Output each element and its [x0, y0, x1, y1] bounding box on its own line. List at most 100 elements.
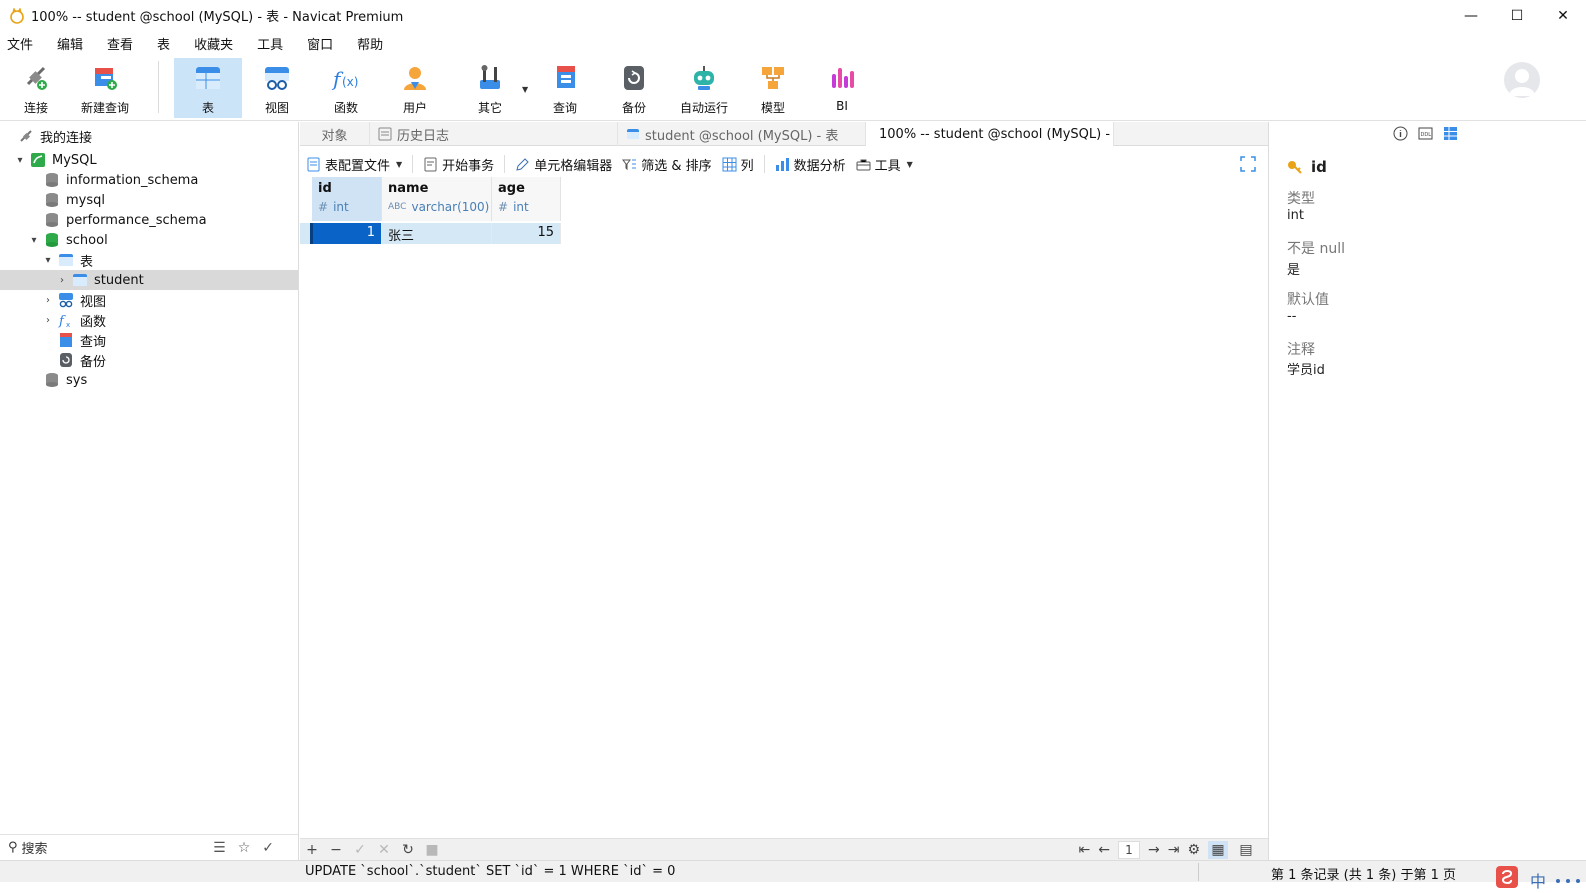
- menu-view[interactable]: 查看: [107, 34, 133, 53]
- ribbon-connect-button[interactable]: 连接: [2, 58, 70, 118]
- menu-edit[interactable]: 编辑: [57, 34, 83, 53]
- search-input[interactable]: 搜索: [22, 838, 48, 857]
- chevron-down-icon[interactable]: ▾: [28, 235, 40, 246]
- cell-age[interactable]: 15: [492, 223, 561, 244]
- grid-view-toggle-icon[interactable]: ▦: [1208, 841, 1228, 859]
- column-header-id[interactable]: id # int: [312, 177, 382, 221]
- tree-node-backups[interactable]: 备份: [0, 350, 298, 370]
- ribbon-model-button[interactable]: 模型: [739, 58, 807, 118]
- tree-node-queries[interactable]: 查询: [0, 330, 298, 350]
- ribbon-backup-button[interactable]: 备份: [600, 58, 668, 118]
- column-header-name[interactable]: name ABC varchar(100): [382, 177, 492, 221]
- status-bar: UPDATE `school`.`student` SET `id` = 1 W…: [0, 860, 1586, 883]
- column-header-age[interactable]: age # int: [492, 177, 561, 221]
- star-icon[interactable]: ☆: [238, 840, 251, 856]
- tree-node-school[interactable]: ▾ school: [0, 230, 298, 250]
- status-separator: [1198, 863, 1199, 881]
- tree-node-information-schema[interactable]: information_schema: [0, 170, 298, 190]
- prop-comment-label: 注释: [1287, 342, 1315, 358]
- database-open-icon: [46, 233, 58, 247]
- nav-search-bar[interactable]: ⚲ 搜索 ☰ ☆ ✓: [0, 834, 298, 860]
- ime-sogou-icon[interactable]: 中: [1496, 862, 1586, 893]
- menu-help[interactable]: 帮助: [357, 34, 383, 53]
- tab-student-design[interactable]: student @school (MySQL) - 表: [618, 122, 866, 146]
- view-glasses-icon: [265, 67, 289, 90]
- settings-gear-icon[interactable]: ⚙: [1187, 842, 1200, 858]
- menu-tools[interactable]: 工具: [257, 34, 283, 53]
- menu-table[interactable]: 表: [157, 34, 170, 53]
- table-icon: [59, 254, 73, 266]
- last-page-icon[interactable]: ⇥: [1168, 842, 1180, 858]
- tab-student-data[interactable]: 100% -- student @school (MySQL) - ...: [866, 122, 1114, 146]
- chevron-right-icon[interactable]: ›: [42, 295, 54, 306]
- cell-editor-button[interactable]: 单元格编辑器: [515, 155, 612, 174]
- refresh-icon[interactable]: ↻: [396, 842, 420, 858]
- other-dropdown-caret-icon[interactable]: ▼: [522, 85, 528, 94]
- discard-changes-icon[interactable]: ✕: [372, 842, 396, 858]
- ribbon-function-button[interactable]: f (x) 函数: [312, 58, 380, 118]
- apply-changes-icon[interactable]: ✓: [348, 842, 372, 858]
- filter-sort-button[interactable]: 筛选 & 排序: [622, 155, 712, 174]
- page-number-input[interactable]: 1: [1117, 841, 1140, 859]
- tools-button[interactable]: 工具 ▼: [856, 155, 913, 174]
- tree-node-sys[interactable]: sys: [0, 370, 298, 390]
- tree-node-functions[interactable]: › f x 函数: [0, 310, 298, 330]
- add-record-icon[interactable]: +: [300, 842, 324, 858]
- ribbon-user-button[interactable]: 用户: [381, 58, 449, 118]
- chevron-right-icon[interactable]: ›: [56, 275, 68, 286]
- ribbon-table-button[interactable]: 表: [174, 58, 242, 118]
- form-view-toggle-icon[interactable]: ▤: [1236, 841, 1256, 859]
- collapse-icon[interactable]: ✓: [262, 840, 274, 856]
- table-profile-button[interactable]: 表配置文件 ▼: [306, 155, 402, 174]
- tab-history-log[interactable]: 历史日志: [370, 122, 618, 146]
- cell-name[interactable]: 张三: [382, 223, 492, 244]
- database-icon: [46, 373, 58, 387]
- menu-favorites[interactable]: 收藏夹: [194, 34, 233, 53]
- filter-icon[interactable]: ☰: [213, 840, 226, 856]
- columns-button[interactable]: 列: [722, 155, 754, 174]
- cell-id[interactable]: 1: [310, 223, 382, 244]
- chevron-down-icon[interactable]: ▾: [42, 255, 54, 266]
- analysis-chart-icon: [775, 157, 789, 171]
- ribbon-view-label: 视图: [264, 101, 289, 115]
- menu-window[interactable]: 窗口: [307, 34, 333, 53]
- ribbon-other-button[interactable]: 其它: [456, 58, 524, 118]
- ribbon-view-button[interactable]: 视图: [243, 58, 311, 118]
- previous-page-icon[interactable]: ←: [1098, 842, 1110, 858]
- text-type-icon: ABC: [388, 202, 407, 212]
- info-icon[interactable]: [1393, 126, 1408, 141]
- layout-grid-icon[interactable]: [1443, 126, 1458, 141]
- fullscreen-expand-icon[interactable]: [1240, 156, 1256, 172]
- tree-node-performance-schema[interactable]: performance_schema: [0, 210, 298, 230]
- tab-objects[interactable]: 对象: [300, 122, 370, 146]
- ribbon-automation-button[interactable]: 自动运行: [670, 58, 738, 118]
- ribbon-new-query-button[interactable]: 新建查询: [71, 58, 139, 118]
- tree-node-mysql[interactable]: ▾ MySQL: [0, 150, 298, 170]
- stop-icon[interactable]: ■: [420, 842, 444, 858]
- prop-default-value: --: [1287, 309, 1297, 324]
- ribbon-bi-button[interactable]: BI: [808, 58, 876, 118]
- ddl-icon[interactable]: DDL: [1418, 126, 1433, 141]
- delete-record-icon[interactable]: −: [324, 842, 348, 858]
- close-button[interactable]: ✕: [1540, 0, 1586, 31]
- ribbon-query-button[interactable]: 查询: [531, 58, 599, 118]
- backup-icon: [60, 353, 72, 367]
- next-page-icon[interactable]: →: [1148, 842, 1160, 858]
- tree-node-views[interactable]: › 视图: [0, 290, 298, 310]
- tree-node-student[interactable]: › student: [0, 270, 298, 290]
- status-record-count: 第 1 条记录 (共 1 条) 于第 1 页: [1271, 868, 1457, 883]
- begin-transaction-button[interactable]: 开始事务: [423, 155, 494, 174]
- first-page-icon[interactable]: ⇤: [1079, 842, 1091, 858]
- account-avatar[interactable]: [1504, 62, 1540, 98]
- tree-node-tables[interactable]: ▾ 表: [0, 250, 298, 270]
- minimize-button[interactable]: —: [1448, 0, 1494, 31]
- function-icon: f (x): [331, 67, 358, 91]
- columns-grid-icon: [722, 157, 737, 171]
- maximize-button[interactable]: ☐: [1494, 0, 1540, 31]
- chevron-down-icon[interactable]: ▾: [14, 155, 26, 166]
- data-analysis-button[interactable]: 数据分析: [775, 155, 846, 174]
- chevron-right-icon[interactable]: ›: [42, 315, 54, 326]
- tree-node-mysql-db[interactable]: mysql: [0, 190, 298, 210]
- menu-file[interactable]: 文件: [7, 34, 33, 53]
- filter-sort-icon: [622, 159, 637, 170]
